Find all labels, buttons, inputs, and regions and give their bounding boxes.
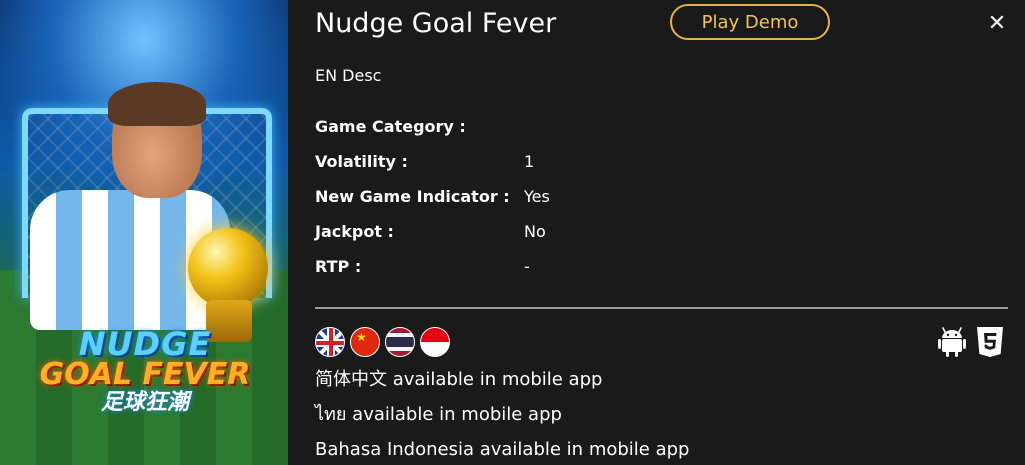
availability-id: Bahasa Indonesia available in mobile app [315, 439, 690, 460]
thailand-flag-icon [385, 327, 415, 357]
info-row-rtp: RTP : - [315, 256, 1015, 291]
html5-icon [977, 327, 1003, 357]
uk-flag-icon [315, 327, 345, 357]
info-value: - [524, 257, 530, 276]
platform-icons [938, 326, 1004, 358]
info-label: Jackpot : [315, 222, 394, 241]
china-flag-icon: ★ [350, 327, 380, 357]
logo-line-1: NUDGE [78, 325, 212, 363]
info-row-jackpot: Jackpot : No [315, 221, 1015, 256]
game-artwork: NUDGE GOAL FEVER 足球狂潮 [0, 0, 288, 465]
trophy-ball [188, 228, 268, 308]
game-description: EN Desc [315, 66, 382, 85]
indonesia-flag-icon [420, 327, 450, 357]
android-icon [938, 327, 966, 357]
info-row-new-game: New Game Indicator : Yes [315, 186, 1015, 221]
play-demo-button[interactable]: Play Demo [670, 4, 830, 40]
info-label: Game Category : [315, 117, 466, 136]
info-row-volatility: Volatility : 1 [315, 151, 1015, 186]
game-info-list: Game Category : Volatility : 1 New Game … [315, 116, 1015, 291]
player-hair [108, 82, 206, 126]
info-value: No [524, 222, 546, 241]
info-label: Volatility : [315, 152, 408, 171]
close-icon[interactable]: ✕ [984, 10, 1010, 36]
info-label: New Game Indicator : [315, 187, 510, 206]
info-value: Yes [524, 187, 550, 206]
info-label: RTP : [315, 257, 362, 276]
availability-zh: 简体中文 available in mobile app [315, 369, 603, 390]
info-value: 1 [524, 152, 535, 171]
logo-line-2: GOAL FEVER [39, 357, 251, 392]
divider [315, 307, 1008, 309]
info-row-category: Game Category : [315, 116, 1015, 151]
game-logo: NUDGE GOAL FEVER 足球狂潮 [30, 328, 260, 414]
logo-line-3: 足球狂潮 [100, 390, 189, 415]
language-flags: ★ [315, 327, 450, 357]
game-title: Nudge Goal Fever [315, 8, 557, 39]
availability-th: ไทย available in mobile app [315, 404, 562, 425]
